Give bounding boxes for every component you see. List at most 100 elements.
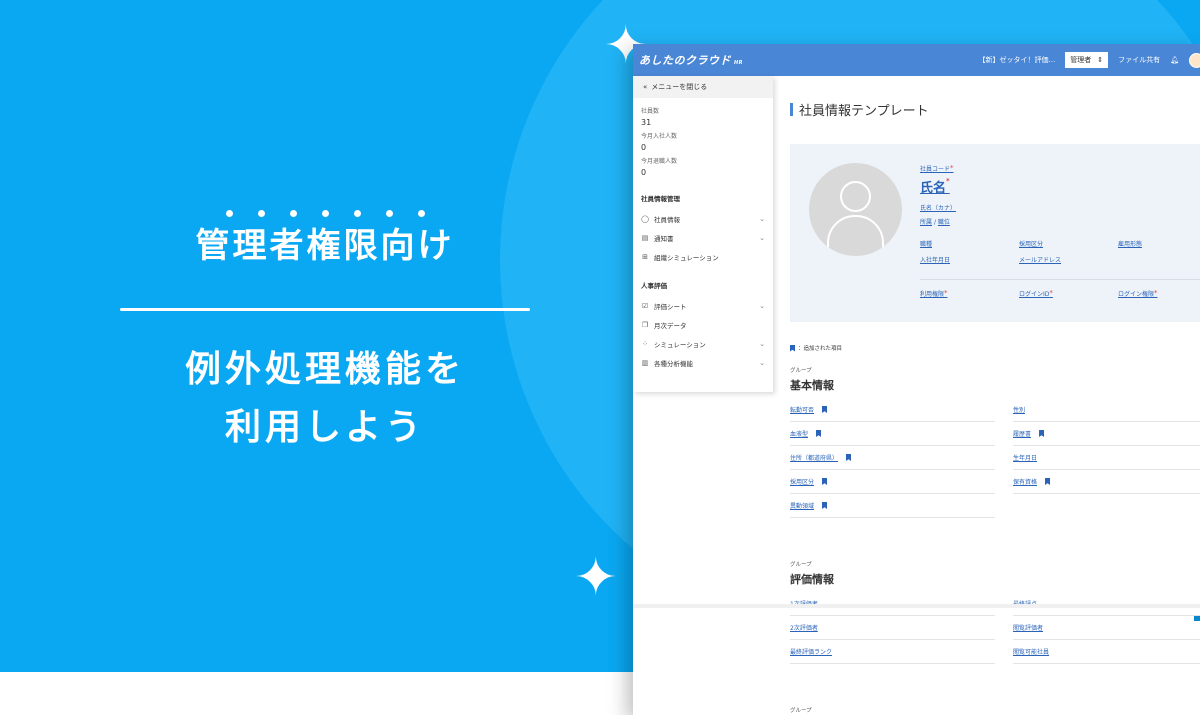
name-kana-link[interactable]: 氏名（カナ） — [920, 203, 956, 212]
menu-close-button[interactable]: « メニューを閉じる — [633, 76, 773, 98]
field-link[interactable]: 性別 — [1013, 405, 1025, 414]
employment-type-link[interactable]: 雇用形態 — [1118, 239, 1142, 248]
email-link[interactable]: メールアドレス — [1019, 255, 1061, 264]
chevron-down-icon: ⌄ — [759, 358, 765, 367]
stat-label: 今月入社人数 — [641, 133, 678, 140]
dept-link[interactable]: 所属 — [920, 219, 932, 226]
login-id-link[interactable]: ログインID* — [1019, 289, 1053, 298]
field-link[interactable]: 住所（都道府県） — [790, 453, 838, 462]
sidebar-item-monthly-data[interactable]: ❐ 月次データ — [633, 315, 773, 334]
field-item: 転勤可否 — [790, 398, 995, 422]
dept-position: 所属 / 職位 — [920, 219, 950, 226]
role-select[interactable]: 管理者 ⇕ — [1065, 52, 1109, 68]
field-link[interactable]: 血液型 — [790, 429, 808, 438]
stat-value: 0 — [641, 168, 647, 177]
chevron-down-icon: ⌄ — [759, 214, 765, 223]
stat-label: 今月退職人数 — [641, 158, 678, 165]
org-chart-icon: ⊞ — [642, 252, 648, 261]
field-item: 性別 — [1013, 398, 1200, 422]
login-permission-link[interactable]: ログイン権限* — [1118, 289, 1158, 298]
stat-value: 0 — [641, 143, 647, 152]
sidebar-item-employee-info[interactable]: ◯ 社員情報 ⌄ — [633, 209, 773, 228]
sidebar-item-notice[interactable]: ▤ 通知書 ⌄ — [633, 228, 773, 247]
field-item: 閲覧可能社員 — [1013, 640, 1200, 664]
groups-container: グループ 基本情報 転勤可否 性別 血液型 履歴書 住所（都道府県） 生年月日 採用区分 保有資格… — [790, 366, 1200, 715]
field-link[interactable]: 採用区分 — [790, 477, 814, 486]
bookmark-icon — [822, 502, 828, 509]
stat-value: 31 — [641, 118, 652, 127]
bookmark-icon — [1045, 478, 1051, 485]
chevron-down-icon: ⌄ — [759, 339, 765, 348]
file-share-link[interactable]: ファイル共有 — [1118, 55, 1160, 65]
field-item: 異動領域 — [790, 494, 995, 518]
employee-code-link[interactable]: 社員コード* — [920, 164, 954, 173]
hero-divider — [120, 308, 530, 311]
field-group: グループ給与情報 — [790, 706, 1200, 715]
group-title: 基本情報 — [790, 379, 834, 392]
bookmark-icon — [816, 430, 822, 437]
job-type-link[interactable]: 職種 — [920, 239, 932, 248]
field-item: 履歴書 — [1013, 422, 1200, 446]
field-link[interactable]: 保有資格 — [1013, 477, 1037, 486]
stat-item: 社員数 31 — [633, 104, 773, 129]
profile-card: 社員コード* 氏名* 氏名（カナ） 所属 / 職位 職種 採用区分 雇用形態 入… — [790, 144, 1200, 322]
hire-category-link[interactable]: 採用区分 — [1019, 239, 1043, 248]
bar-chart-icon: ▥ — [641, 358, 649, 367]
hero-headline: 管理者権限向け — [195, 226, 455, 266]
field-item: 閲覧評価者 — [1013, 616, 1200, 640]
sidebar-item-org-simulation[interactable]: ⊞ 組織シミュレーション — [633, 247, 773, 266]
app-logo[interactable]: あしたのクラウド HR — [639, 52, 743, 68]
stat-label: 社員数 — [641, 108, 660, 115]
field-item: 生年月日 — [1013, 446, 1200, 470]
page-title: 社員情報テンプレート — [790, 100, 1200, 119]
field-item: 最終評価ランク — [790, 640, 995, 664]
group-label: グループ — [790, 368, 812, 374]
top-bar: あしたのクラウド HR 【新】ゼッタイ！評価... 管理者 ⇕ ファイル共有 🔔︎ — [633, 44, 1200, 76]
name-link[interactable]: 氏名* — [920, 177, 950, 196]
user-avatar[interactable] — [1189, 52, 1200, 68]
emphasis-dots — [100, 210, 550, 222]
field-link[interactable]: 閲覧評価者 — [1013, 623, 1043, 632]
field-link[interactable]: 最終評価ランク — [790, 647, 832, 656]
scatter-icon: ⁘ — [642, 339, 648, 348]
field-link[interactable]: 2次評価者 — [790, 623, 818, 632]
hero-text: 管理者権限向け 例外処理機能を 利用しよう — [100, 210, 550, 457]
notice-link[interactable]: 【新】ゼッタイ！評価... — [979, 55, 1056, 65]
field-item: 血液型 — [790, 422, 995, 446]
bookmark-icon — [822, 478, 828, 485]
document-icon: ▤ — [641, 233, 649, 242]
field-link[interactable]: 履歴書 — [1013, 429, 1031, 438]
bell-icon[interactable]: 🔔︎ — [1170, 56, 1179, 64]
group-label: グループ — [790, 708, 812, 714]
field-link[interactable]: 転勤可否 — [790, 405, 814, 414]
sidebar-item-analysis[interactable]: ▥ 各種分析機能 ⌄ — [633, 353, 773, 372]
stats-panel: 社員数 31 今月入社人数 0 今月退職人数 0 — [633, 104, 773, 179]
bookmark-icon — [790, 344, 795, 352]
app-window: あしたのクラウド HR 【新】ゼッタイ！評価... 管理者 ⇕ ファイル共有 🔔︎ … — [633, 44, 1200, 715]
floating-bar — [633, 604, 1200, 608]
field-item: 保有資格 — [1013, 470, 1200, 494]
field-link[interactable]: 生年月日 — [1013, 453, 1037, 462]
field-group: グループ基本情報転勤可否 性別血液型 履歴書住所（都道府県） 生年月日採用区分 保有資格… — [790, 366, 1200, 518]
field-link[interactable]: 閲覧可能社員 — [1013, 647, 1049, 656]
field-link[interactable]: 異動領域 — [790, 501, 814, 510]
sidebar-item-simulation[interactable]: ⁘ シミュレーション ⌄ — [633, 334, 773, 353]
group-title: 評価情報 — [790, 573, 834, 586]
sidebar-item-eval-sheet[interactable]: ☑ 評価シート ⌄ — [633, 296, 773, 315]
profile-avatar — [809, 163, 902, 256]
position-link[interactable]: 職位 — [938, 219, 950, 226]
double-chevron-left-icon: « — [643, 83, 648, 91]
field-group: グループ評価情報1次評価者最終評点2次評価者閲覧評価者最終評価ランク閲覧可能社員 — [790, 560, 1200, 664]
hero-subline-1: 例外処理機能を — [184, 349, 465, 390]
chevron-down-icon: ⌄ — [759, 301, 765, 310]
field-item: 住所（都道府県） — [790, 446, 995, 470]
usage-permission-link[interactable]: 利用権限* — [920, 289, 948, 298]
group-label: グループ — [790, 562, 812, 568]
select-arrows-icon: ⇕ — [1097, 56, 1104, 64]
sparkle-icon: ✦ — [574, 548, 618, 608]
sidebar: « メニューを閉じる 社員数 31 今月入社人数 0 今月退職人数 0 社員情報管理 ◯ … — [633, 76, 773, 392]
stat-item: 今月退職人数 0 — [633, 154, 773, 179]
main-content: 社員情報テンプレート 社員コード* 氏名* 氏名（カナ） 所属 / 職位 職種 … — [790, 76, 1200, 715]
hire-date-link[interactable]: 入社年月日 — [920, 255, 950, 264]
field-item: 採用区分 — [790, 470, 995, 494]
